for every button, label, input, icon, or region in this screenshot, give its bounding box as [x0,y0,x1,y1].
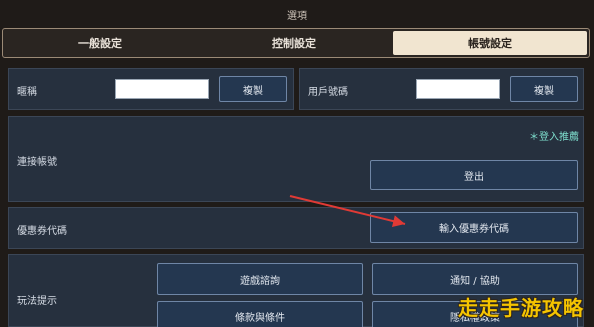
tab-general-settings[interactable]: 一般設定 [3,29,197,57]
coupon-label: 優惠券代碼 [17,226,67,237]
enter-coupon-button[interactable]: 輸入優惠券代碼 [370,212,578,243]
link-account-label: 連接帳號 [17,157,57,168]
tab-bar: 一般設定 控制設定 帳號設定 [2,28,590,58]
user-id-label: 用戶號碼 [308,87,348,98]
options-window: 選項 一般設定 控制設定 帳號設定 暱稱 複製 用戶號碼 複製 連接帳號 ＊登入… [0,0,594,327]
copy-nickname-button[interactable]: 複製 [219,76,287,102]
guide-label: 玩法提示 [17,296,57,307]
game-inquiry-button[interactable]: 遊戲諮詢 [157,263,363,295]
nickname-value-field [115,79,209,99]
window-title: 選項 [287,11,307,22]
user-id-value-field [416,79,500,99]
terms-button[interactable]: 條款與條件 [157,301,363,327]
tab-account-settings[interactable]: 帳號設定 [393,31,587,55]
tab-control-settings[interactable]: 控制設定 [197,29,391,57]
notice-help-button[interactable]: 通知 / 協助 [372,263,578,295]
nickname-panel: 暱稱 複製 [8,68,294,110]
logout-button[interactable]: 登出 [370,160,578,190]
coupon-panel: 優惠券代碼 輸入優惠券代碼 [8,207,584,249]
login-recommend-link[interactable]: ＊登入推薦 [529,128,579,143]
nickname-label: 暱稱 [17,87,37,98]
user-id-panel: 用戶號碼 複製 [299,68,584,110]
site-watermark: 走走手游攻略 [458,296,584,320]
link-account-panel: 連接帳號 ＊登入推薦 登出 [8,116,584,202]
copy-user-id-button[interactable]: 複製 [510,76,578,102]
